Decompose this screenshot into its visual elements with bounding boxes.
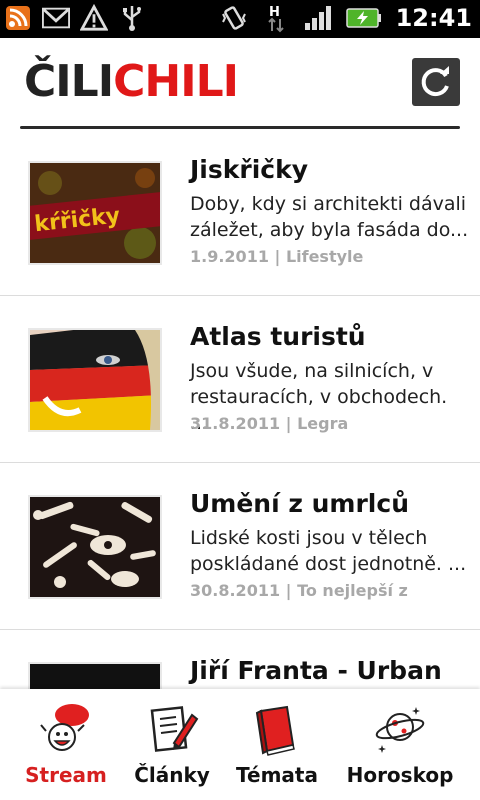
article-thumbnail: kŕřičky (28, 161, 162, 265)
gmail-icon (42, 4, 70, 32)
tab-articles[interactable]: Články (122, 689, 222, 800)
article-date: 30.8.2011 (190, 581, 281, 600)
app-logo: ČILICHILI (24, 56, 239, 107)
battery-charging-icon (345, 4, 382, 32)
article-date: 31.8.2011 (190, 414, 281, 433)
topics-book-icon (255, 705, 295, 756)
article-meta: 1.9.2011 | Lifestyle (190, 247, 363, 266)
tab-topics[interactable]: Témata (222, 689, 332, 800)
article-meta: 31.8.2011 | Legra (190, 414, 348, 433)
clock: 12:41 (395, 4, 472, 32)
warning-icon (80, 4, 108, 32)
tab-label: Stream (25, 763, 107, 787)
app-header: ČILICHILI (0, 38, 480, 128)
usb-icon (118, 4, 146, 32)
article-excerpt: Doby, kdy si architekti dávali záležet, … (190, 193, 469, 241)
article-title: Atlas turistů (190, 322, 366, 351)
article-category: Lifestyle (285, 247, 364, 266)
article-list[interactable]: kŕřičky Jiskřičky Doby, kdy si architekt… (0, 129, 480, 689)
horoscope-planet-icon (375, 707, 425, 753)
article-item[interactable]: kŕřičky Jiskřičky Doby, kdy si architekt… (0, 129, 480, 296)
article-date: 1.9.2011 (190, 247, 269, 266)
tab-stream[interactable]: Stream (10, 689, 122, 800)
article-category: To nejlepší z (297, 581, 408, 600)
rss-icon (4, 4, 32, 32)
article-title: Jiskřičky (190, 155, 309, 184)
articles-icon (150, 706, 199, 752)
article-item[interactable]: Umění z umrlců Lidské kosti jsou v tělec… (0, 463, 480, 630)
article-meta: 30.8.2011 | To nejlepší z (190, 581, 408, 600)
logo-part-red: CHILI (113, 56, 239, 107)
article-category: Legra (297, 414, 349, 433)
tab-label: Horoskop (346, 763, 454, 787)
article-thumbnail (28, 495, 162, 599)
meta-separator: | (280, 414, 298, 433)
refresh-icon (421, 66, 449, 97)
article-title: Jiří Franta - Urban (190, 656, 442, 685)
vibrate-icon (220, 4, 248, 32)
stream-icon (40, 704, 89, 751)
article-title: Umění z umrlců (190, 489, 409, 518)
status-bar: H 12:41 (0, 0, 480, 38)
svg-text:H: H (269, 5, 280, 20)
bottom-tab-bar: Stream Články Témata Horoskop (0, 689, 480, 800)
logo-part-dark: ČILI (24, 56, 114, 107)
tab-label: Články (134, 763, 210, 787)
refresh-button[interactable] (412, 58, 460, 106)
meta-separator: | (268, 247, 286, 266)
article-thumbnail (28, 662, 162, 689)
article-thumbnail (28, 328, 162, 432)
tab-horoscope[interactable]: Horoskop (336, 689, 464, 800)
article-item[interactable]: Atlas turistů Jsou všude, na silnicích, … (0, 296, 480, 463)
meta-separator: | (280, 581, 298, 600)
article-excerpt: Lidské kosti jsou v tělech poskládané do… (190, 527, 467, 575)
signal-icon (304, 4, 332, 32)
tab-label: Témata (236, 763, 318, 787)
article-item[interactable]: Jiří Franta - Urban (0, 630, 480, 689)
hspa-data-icon: H (262, 4, 290, 33)
